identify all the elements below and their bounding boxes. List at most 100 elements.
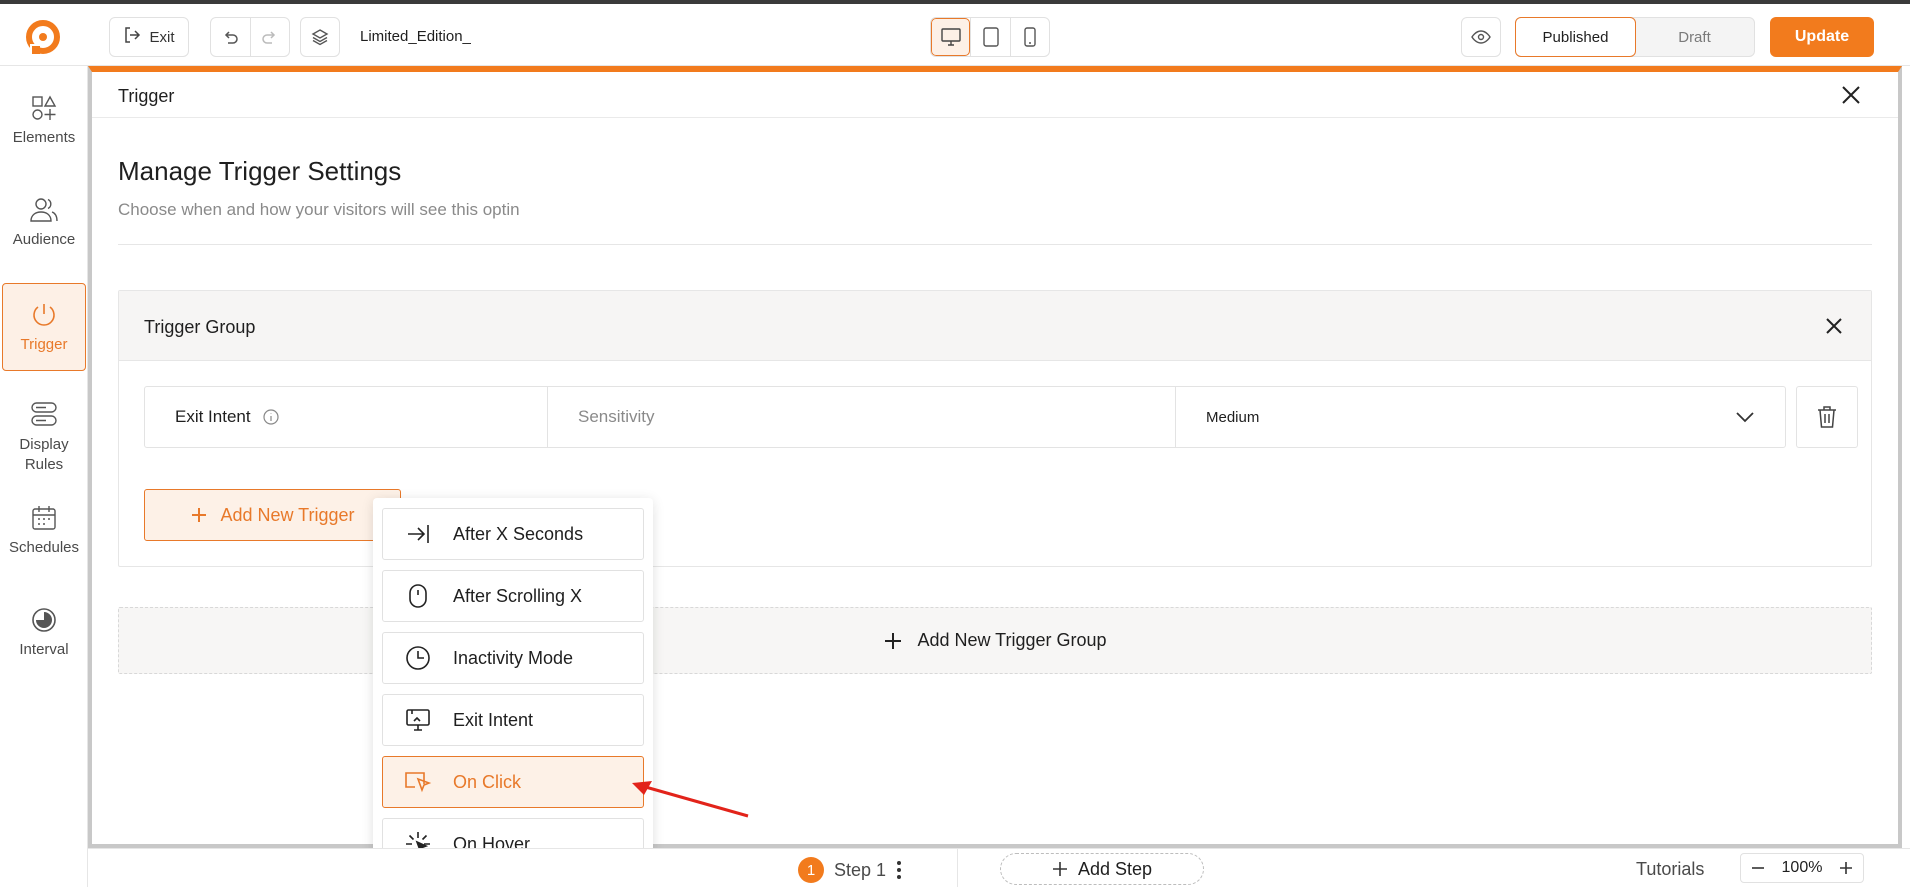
menu-item-on-click[interactable]: On Click [382,756,644,808]
remove-group-button[interactable] [1823,315,1845,337]
step-label: Step 1 [834,859,887,880]
close-icon [1826,318,1842,334]
draft-option[interactable]: Draft [1635,18,1754,56]
desktop-view-button[interactable] [931,18,971,56]
trigger-name-cell: Exit Intent [145,387,548,447]
add-new-trigger-button[interactable]: Add New Trigger [144,489,401,541]
menu-item-label: After X Seconds [453,523,584,544]
left-sidebar: Elements Audience Trigger Display Rules … [0,66,88,887]
zoom-value: 100% [1781,859,1823,876]
exit-icon [123,26,141,48]
mobile-view-button[interactable] [1009,18,1049,56]
page-title: Manage Trigger Settings [118,156,402,186]
sidebar-item-label: Elements [12,128,76,146]
trash-icon [1818,406,1836,428]
sidebar-item-label: Audience [12,230,76,248]
plus-icon [192,508,207,522]
info-icon [263,409,279,425]
delete-trigger-button[interactable] [1796,386,1858,448]
page-subtitle: Choose when and how your visitors will s… [118,200,520,219]
display-rules-icon [31,402,57,426]
sensitivity-select[interactable]: Medium [1176,387,1785,447]
redo-button[interactable] [249,18,289,56]
menu-item-exit-intent[interactable]: Exit Intent [382,694,644,746]
add-step-button[interactable]: Add Step [1000,853,1204,885]
audience-icon [30,197,58,222]
sidebar-item-label: Interval [19,640,69,658]
trigger-group-title: Trigger Group [144,317,256,337]
sidebar-item-interval[interactable]: Interval [2,588,86,676]
step-selector[interactable]: 1 Step 1 [798,857,902,883]
pointer-click-icon [405,772,432,793]
mobile-icon [1024,27,1036,47]
published-option[interactable]: Published [1515,17,1636,57]
close-panel-button[interactable] [1838,82,1864,108]
sidebar-item-audience[interactable]: Audience [2,178,86,266]
power-icon [33,303,55,326]
add-new-trigger-label: Add New Trigger [220,504,355,525]
sidebar-item-schedules[interactable]: Schedules [2,486,86,574]
add-new-trigger-group-label: Add New Trigger Group [917,630,1107,650]
divider [957,849,958,887]
sidebar-item-display-rules[interactable]: Display Rules [2,388,86,488]
divider [118,244,1872,245]
sensitivity-label: Sensitivity [548,387,1176,447]
update-button[interactable]: Update [1770,17,1874,57]
undo-button[interactable] [211,18,250,56]
menu-item-label: After Scrolling X [453,585,583,606]
bottom-bar: 1 Step 1 Add Step Tutorials 100% [88,848,1910,887]
sidebar-item-trigger[interactable]: Trigger [2,283,86,371]
trigger-panel: Trigger Manage Trigger Settings Choose w… [88,66,1902,848]
add-step-label: Add Step [1077,858,1153,879]
more-vertical-icon [897,861,902,879]
menu-item-label: On Click [453,771,522,792]
zoom-in-icon[interactable] [1839,861,1853,875]
sensitivity-value: Medium [1206,408,1260,426]
trigger-group-header: Trigger Group [119,291,1871,361]
tutorials-link[interactable]: Tutorials [1636,859,1704,880]
top-toolbar: Exit Limited_Edition_ Published Draft Up… [0,0,1910,66]
plus-icon [885,632,902,649]
panel-title: Trigger [118,86,175,106]
zoom-out-icon[interactable] [1751,861,1765,875]
document-title[interactable]: Limited_Edition_ [360,28,471,45]
menu-item-after-scrolling-x[interactable]: After Scrolling X [382,570,644,622]
mouse-icon [409,584,427,608]
interval-icon [32,607,56,632]
app-logo-icon[interactable] [22,18,64,60]
arrow-to-line-icon [408,525,429,543]
eye-icon [1471,30,1491,44]
annotation-arrow-icon [632,781,749,818]
calendar-icon [32,505,56,530]
menu-item-label: Exit Intent [453,709,534,730]
sidebar-item-label: Schedules [8,538,80,556]
layers-icon [311,29,329,46]
tablet-icon [982,27,999,47]
publish-status-toggle: Published Draft [1515,17,1755,57]
preview-button[interactable] [1461,17,1501,57]
menu-item-inactivity-mode[interactable]: Inactivity Mode [382,632,644,684]
desktop-icon [940,28,961,46]
exit-screen-icon [406,709,430,731]
device-preview-group [930,17,1050,57]
undo-icon [225,31,239,44]
elements-icon [32,95,57,120]
trigger-name: Exit Intent [175,407,251,426]
menu-item-after-x-seconds[interactable]: After X Seconds [382,508,644,560]
sidebar-item-label: Display Rules [19,436,69,473]
exit-label: Exit [149,28,175,46]
zoom-control: 100% [1740,853,1864,883]
clock-icon [406,646,430,670]
redo-icon [262,31,276,44]
step-number-badge: 1 [798,857,824,883]
layers-button[interactable] [300,17,340,57]
sidebar-item-label: Trigger [20,335,68,353]
trigger-row: Exit Intent Sensitivity Medium [144,386,1786,448]
trigger-type-dropdown: After X Seconds After Scrolling X Inacti… [373,498,653,880]
tablet-view-button[interactable] [970,18,1009,56]
exit-button[interactable]: Exit [109,17,189,57]
sidebar-item-elements[interactable]: Elements [2,76,86,164]
undo-redo-group [210,17,290,57]
chevron-down-icon [1736,412,1754,423]
plus-icon [1052,862,1067,876]
